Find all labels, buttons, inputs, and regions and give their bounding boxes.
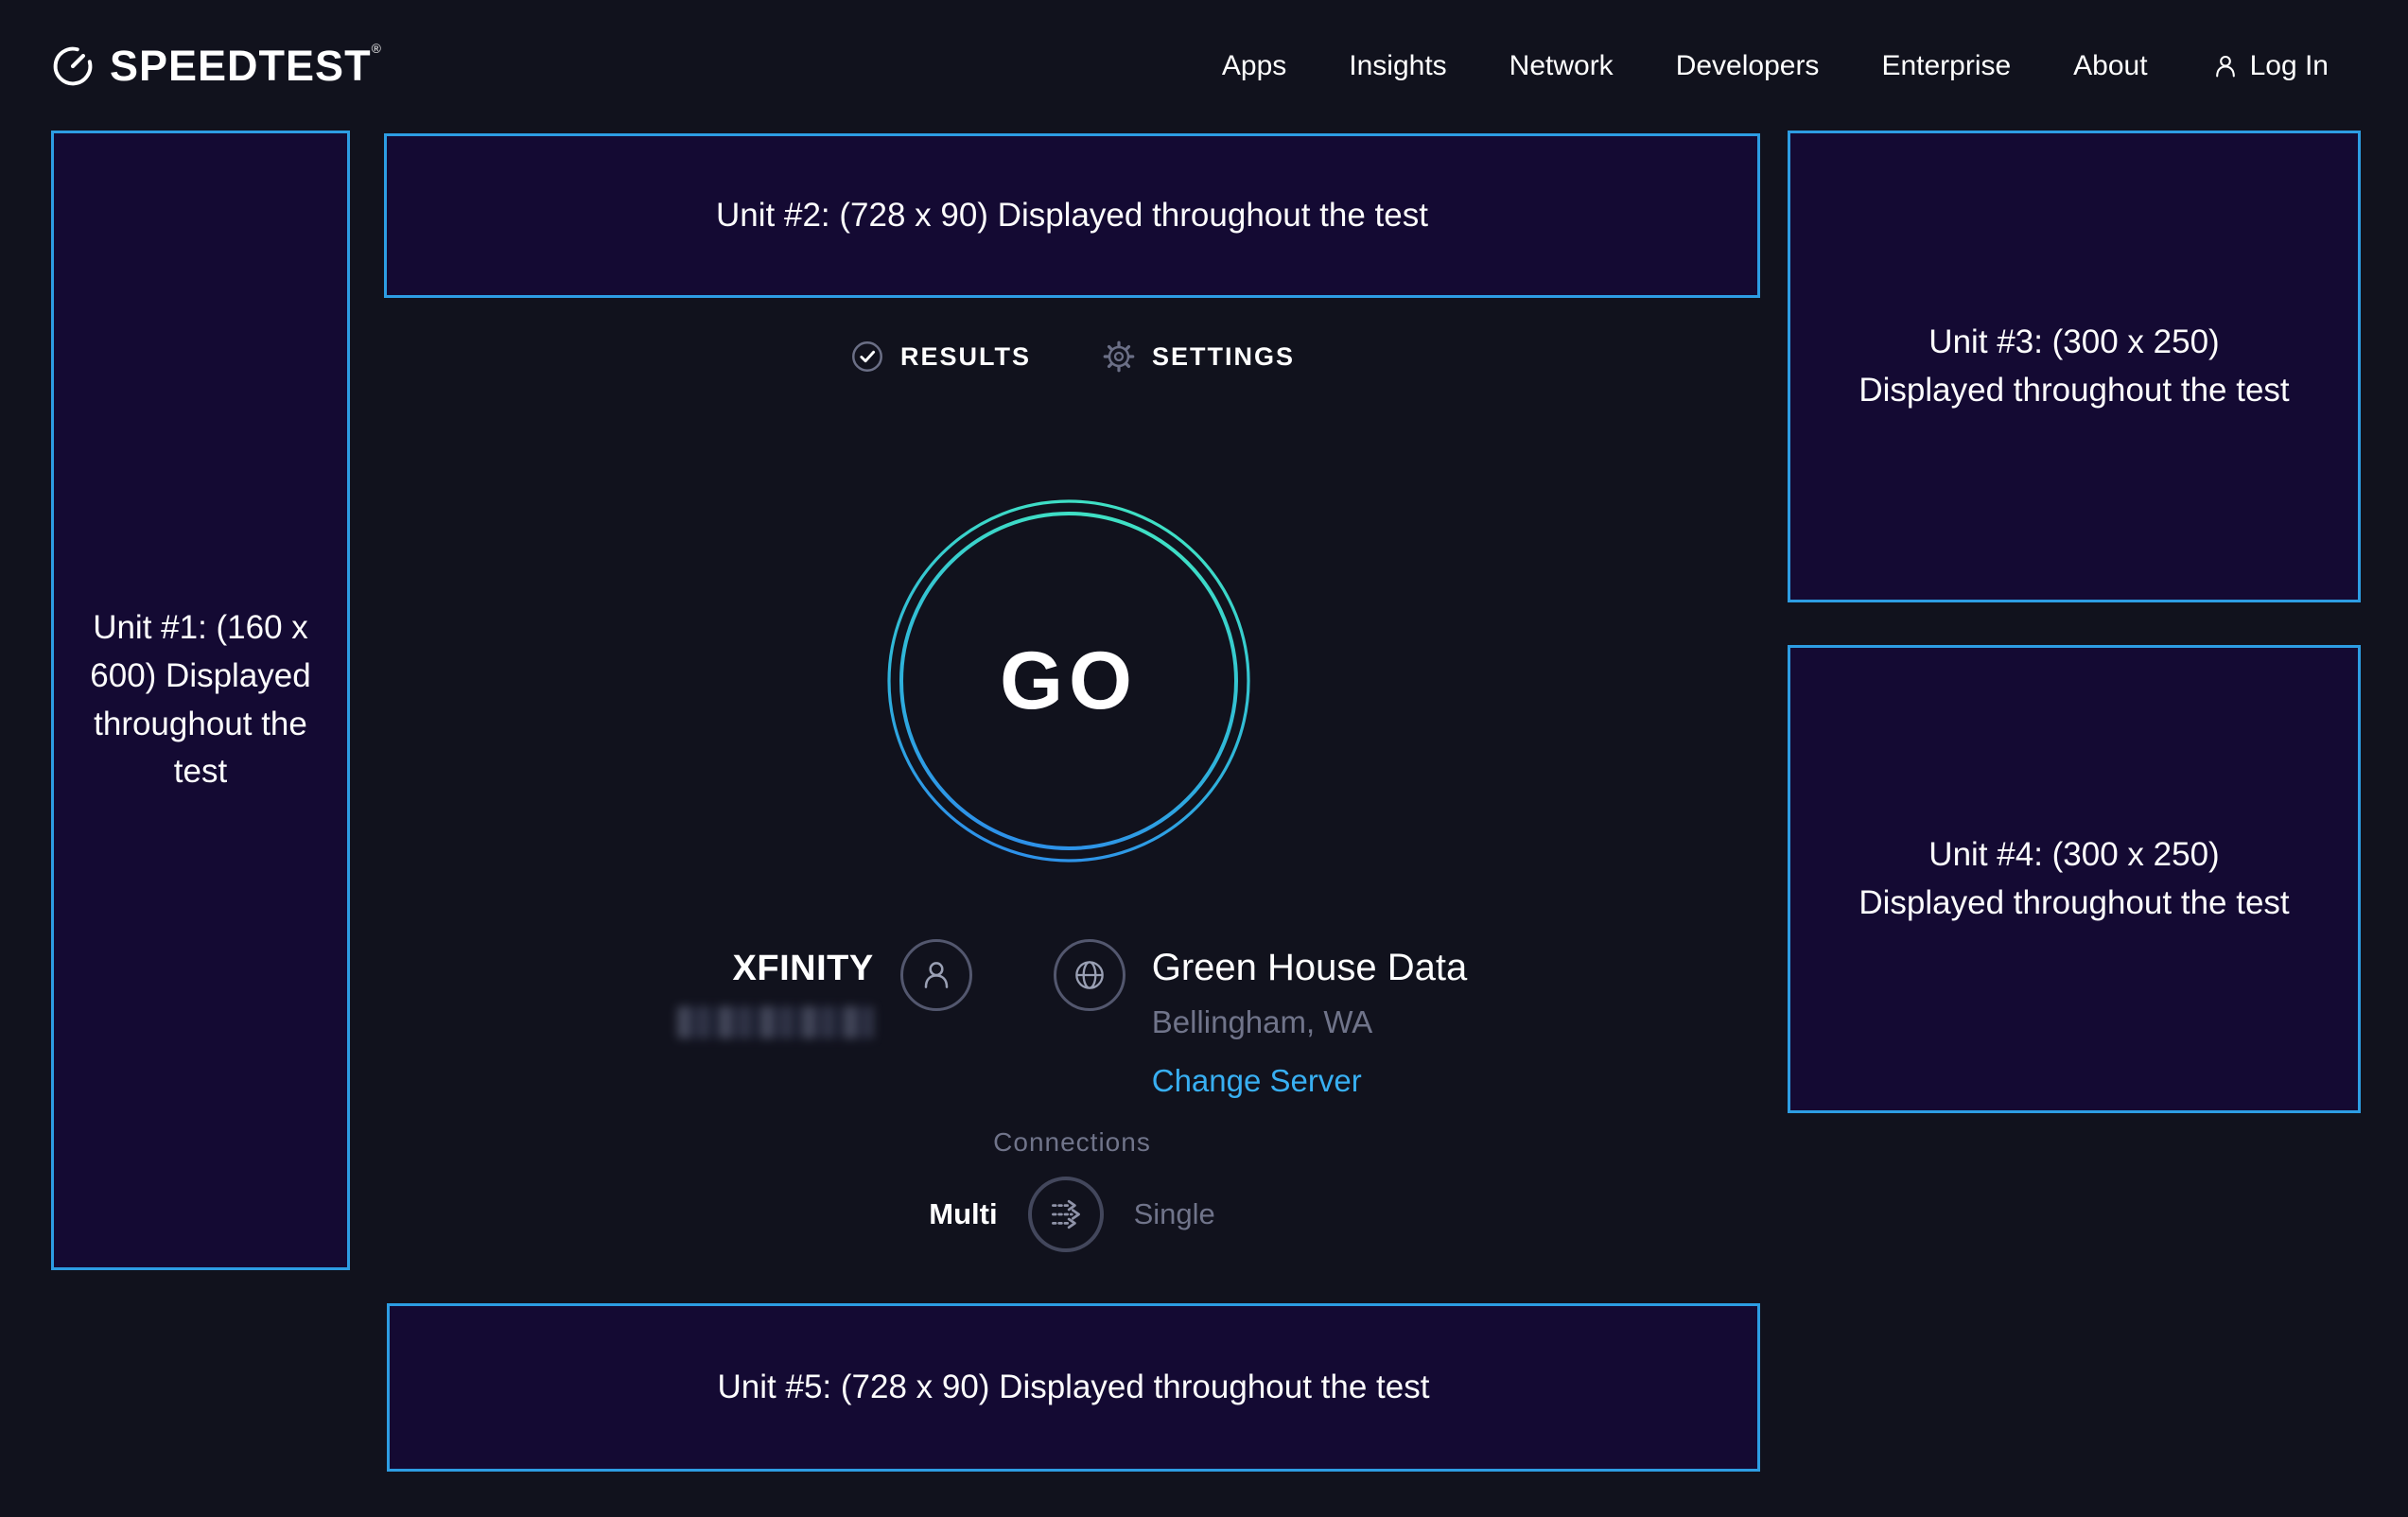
ad-unit-4-rectangle: Unit #4: (300 x 250) Displayed throughou… xyxy=(1788,645,2361,1113)
connections-section: Connections Multi Single xyxy=(384,1127,1760,1252)
ad-unit-1-text: Unit #1: (160 x 600) Displayed throughou… xyxy=(81,604,320,796)
isp-group: XFINITY xyxy=(677,939,972,1038)
ad-unit-2-leaderboard: Unit #2: (728 x 90) Displayed throughout… xyxy=(384,133,1760,298)
nav-item-network[interactable]: Network xyxy=(1509,50,1614,82)
tab-settings-label: SETTINGS xyxy=(1152,342,1295,372)
server-group: Green House Data Bellingham, WA Change S… xyxy=(1054,939,1468,1099)
connections-toggle-row: Multi Single xyxy=(384,1177,1760,1252)
login-label: Log In xyxy=(2250,50,2329,82)
ad-unit-2-text: Unit #2: (728 x 90) Displayed throughout… xyxy=(716,192,1428,240)
redacted-account-info-blur xyxy=(677,1006,874,1038)
user-icon xyxy=(916,955,956,995)
main-nav: Apps Insights Network Developers Enterpr… xyxy=(1222,50,2329,82)
server-name: Green House Data xyxy=(1152,947,1468,989)
user-icon xyxy=(2210,51,2241,81)
connections-single-label[interactable]: Single xyxy=(1134,1197,1215,1231)
ad-unit-1-skyscraper: Unit #1: (160 x 600) Displayed throughou… xyxy=(51,131,350,1270)
speedtest-page: SPEEDTEST® Apps Insights Network Develop… xyxy=(0,0,2408,1517)
nav-item-apps[interactable]: Apps xyxy=(1222,50,1286,82)
tab-results[interactable]: RESULTS xyxy=(849,339,1031,375)
nav-item-developers[interactable]: Developers xyxy=(1676,50,1820,82)
connections-multi-label[interactable]: Multi xyxy=(929,1197,997,1231)
tab-results-label: RESULTS xyxy=(900,342,1031,372)
speedometer-gauge-icon xyxy=(51,44,95,88)
nav-item-about[interactable]: About xyxy=(2073,50,2147,82)
go-button-label: GO xyxy=(884,497,1253,865)
server-location: Bellingham, WA xyxy=(1152,1004,1468,1040)
ad-unit-5-text: Unit #5: (728 x 90) Displayed throughout… xyxy=(718,1364,1430,1412)
logo-wordmark: SPEEDTEST® xyxy=(110,42,382,91)
gear-icon xyxy=(1101,339,1137,375)
change-server-link[interactable]: Change Server xyxy=(1152,1063,1362,1099)
ad-unit-5-leaderboard: Unit #5: (728 x 90) Displayed throughout… xyxy=(387,1303,1760,1472)
multi-arrows-icon xyxy=(1044,1193,1088,1236)
isp-name: XFINITY xyxy=(677,949,874,989)
top-navigation-bar: SPEEDTEST® Apps Insights Network Develop… xyxy=(0,0,2408,132)
results-settings-tabs: RESULTS SETTINGS xyxy=(384,339,1760,375)
trademark-symbol: ® xyxy=(372,41,382,56)
speedtest-logo[interactable]: SPEEDTEST® xyxy=(51,42,382,91)
connections-toggle-button[interactable] xyxy=(1028,1177,1104,1252)
nav-item-insights[interactable]: Insights xyxy=(1349,50,1446,82)
ad-unit-3-rectangle: Unit #3: (300 x 250) Displayed throughou… xyxy=(1788,131,2361,602)
go-button[interactable]: GO xyxy=(884,497,1253,865)
connections-label: Connections xyxy=(384,1127,1760,1158)
isp-user-icon-circle[interactable] xyxy=(900,939,972,1011)
ad-unit-3-text: Unit #3: (300 x 250) Displayed throughou… xyxy=(1852,319,2296,415)
check-circle-icon xyxy=(849,339,885,375)
nav-item-enterprise[interactable]: Enterprise xyxy=(1881,50,2011,82)
globe-icon xyxy=(1070,955,1109,995)
connection-meta-row: XFINITY Green House Data Bellin xyxy=(384,939,1760,1099)
ad-unit-4-text: Unit #4: (300 x 250) Displayed throughou… xyxy=(1852,831,2296,928)
login-button[interactable]: Log In xyxy=(2210,50,2329,82)
tab-settings[interactable]: SETTINGS xyxy=(1101,339,1295,375)
server-globe-icon-circle[interactable] xyxy=(1054,939,1125,1011)
